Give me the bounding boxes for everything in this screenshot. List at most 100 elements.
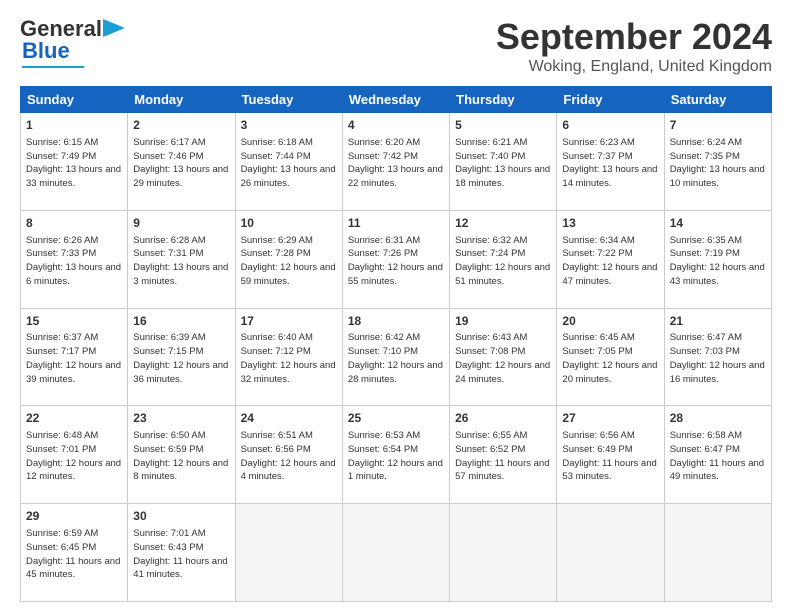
day-info: Sunrise: 6:58 AMSunset: 6:47 PMDaylight:… bbox=[670, 429, 766, 484]
day-number: 5 bbox=[455, 117, 551, 134]
day-info: Sunrise: 6:35 AMSunset: 7:19 PMDaylight:… bbox=[670, 234, 766, 289]
day-number: 23 bbox=[133, 410, 229, 427]
day-info: Sunrise: 6:53 AMSunset: 6:54 PMDaylight:… bbox=[348, 429, 444, 484]
logo-underline bbox=[22, 66, 84, 68]
calendar-cell: 24 Sunrise: 6:51 AMSunset: 6:56 PMDayligh… bbox=[235, 406, 342, 504]
calendar-cell: 22 Sunrise: 6:48 AMSunset: 7:01 PMDayligh… bbox=[21, 406, 128, 504]
col-header-wednesday: Wednesday bbox=[342, 87, 449, 113]
calendar-cell: 28 Sunrise: 6:58 AMSunset: 6:47 PMDayligh… bbox=[664, 406, 771, 504]
day-number: 15 bbox=[26, 313, 122, 330]
day-info: Sunrise: 6:48 AMSunset: 7:01 PMDaylight:… bbox=[26, 429, 122, 484]
calendar-cell bbox=[664, 504, 771, 602]
day-number: 30 bbox=[133, 508, 229, 525]
calendar-cell: 6 Sunrise: 6:23 AMSunset: 7:37 PMDaylight… bbox=[557, 113, 664, 211]
day-number: 24 bbox=[241, 410, 337, 427]
day-number: 1 bbox=[26, 117, 122, 134]
day-info: Sunrise: 6:59 AMSunset: 6:45 PMDaylight:… bbox=[26, 527, 122, 582]
logo-blue-text: Blue bbox=[22, 38, 70, 64]
day-number: 8 bbox=[26, 215, 122, 232]
calendar-cell: 19Sunrise: 6:43 AMSunset: 7:08 PMDayligh… bbox=[450, 308, 557, 406]
calendar-cell: 1 Sunrise: 6:15 AMSunset: 7:49 PMDaylight… bbox=[21, 113, 128, 211]
day-number: 3 bbox=[241, 117, 337, 134]
day-number: 4 bbox=[348, 117, 444, 134]
calendar-cell: 25 Sunrise: 6:53 AMSunset: 6:54 PMDayligh… bbox=[342, 406, 449, 504]
day-number: 12 bbox=[455, 215, 551, 232]
day-number: 25 bbox=[348, 410, 444, 427]
day-number: 26 bbox=[455, 410, 551, 427]
day-info: Sunrise: 6:15 AMSunset: 7:49 PMDaylight:… bbox=[26, 136, 122, 191]
day-number: 20 bbox=[562, 313, 658, 330]
calendar-cell: 30 Sunrise: 7:01 AMSunset: 6:43 PMDayligh… bbox=[128, 504, 235, 602]
calendar-cell: 9 Sunrise: 6:28 AMSunset: 7:31 PMDaylight… bbox=[128, 210, 235, 308]
calendar-cell: 2Sunrise: 6:17 AMSunset: 7:46 PMDaylight… bbox=[128, 113, 235, 211]
day-info: Sunrise: 6:45 AMSunset: 7:05 PMDaylight:… bbox=[562, 331, 658, 386]
calendar-cell: 21Sunrise: 6:47 AMSunset: 7:03 PMDayligh… bbox=[664, 308, 771, 406]
calendar-cell: 27 Sunrise: 6:56 AMSunset: 6:49 PMDayligh… bbox=[557, 406, 664, 504]
day-number: 22 bbox=[26, 410, 122, 427]
day-number: 7 bbox=[670, 117, 766, 134]
day-info: Sunrise: 6:47 AMSunset: 7:03 PMDaylight:… bbox=[670, 331, 766, 386]
day-info: Sunrise: 6:39 AMSunset: 7:15 PMDaylight:… bbox=[133, 331, 229, 386]
page-header: General Blue September 2024 Woking, Engl… bbox=[20, 16, 772, 76]
day-number: 2 bbox=[133, 117, 229, 134]
day-info: Sunrise: 6:37 AMSunset: 7:17 PMDaylight:… bbox=[26, 331, 122, 386]
day-info: Sunrise: 6:55 AMSunset: 6:52 PMDaylight:… bbox=[455, 429, 551, 484]
day-number: 29 bbox=[26, 508, 122, 525]
calendar-cell: 10 Sunrise: 6:29 AMSunset: 7:28 PMDayligh… bbox=[235, 210, 342, 308]
calendar-cell: 29 Sunrise: 6:59 AMSunset: 6:45 PMDayligh… bbox=[21, 504, 128, 602]
day-info: Sunrise: 6:20 AMSunset: 7:42 PMDaylight:… bbox=[348, 136, 444, 191]
calendar-cell bbox=[235, 504, 342, 602]
day-number: 18 bbox=[348, 313, 444, 330]
logo-arrow-icon bbox=[103, 19, 125, 37]
day-number: 6 bbox=[562, 117, 658, 134]
day-info: Sunrise: 7:01 AMSunset: 6:43 PMDaylight:… bbox=[133, 527, 229, 582]
calendar-cell bbox=[342, 504, 449, 602]
day-number: 19 bbox=[455, 313, 551, 330]
col-header-saturday: Saturday bbox=[664, 87, 771, 113]
day-number: 28 bbox=[670, 410, 766, 427]
calendar-cell bbox=[450, 504, 557, 602]
calendar-cell: 23 Sunrise: 6:50 AMSunset: 6:59 PMDayligh… bbox=[128, 406, 235, 504]
calendar-cell: 20Sunrise: 6:45 AMSunset: 7:05 PMDayligh… bbox=[557, 308, 664, 406]
day-info: Sunrise: 6:32 AMSunset: 7:24 PMDaylight:… bbox=[455, 234, 551, 289]
day-info: Sunrise: 6:50 AMSunset: 6:59 PMDaylight:… bbox=[133, 429, 229, 484]
day-info: Sunrise: 6:42 AMSunset: 7:10 PMDaylight:… bbox=[348, 331, 444, 386]
calendar-cell: 5Sunrise: 6:21 AMSunset: 7:40 PMDaylight… bbox=[450, 113, 557, 211]
day-info: Sunrise: 6:43 AMSunset: 7:08 PMDaylight:… bbox=[455, 331, 551, 386]
calendar-cell: 11 Sunrise: 6:31 AMSunset: 7:26 PMDayligh… bbox=[342, 210, 449, 308]
day-info: Sunrise: 6:31 AMSunset: 7:26 PMDaylight:… bbox=[348, 234, 444, 289]
day-info: Sunrise: 6:23 AMSunset: 7:37 PMDaylight:… bbox=[562, 136, 658, 191]
col-header-monday: Monday bbox=[128, 87, 235, 113]
day-number: 14 bbox=[670, 215, 766, 232]
day-info: Sunrise: 6:51 AMSunset: 6:56 PMDaylight:… bbox=[241, 429, 337, 484]
calendar-cell: 12 Sunrise: 6:32 AMSunset: 7:24 PMDayligh… bbox=[450, 210, 557, 308]
day-info: Sunrise: 6:56 AMSunset: 6:49 PMDaylight:… bbox=[562, 429, 658, 484]
calendar-cell: 15Sunrise: 6:37 AMSunset: 7:17 PMDayligh… bbox=[21, 308, 128, 406]
day-info: Sunrise: 6:34 AMSunset: 7:22 PMDaylight:… bbox=[562, 234, 658, 289]
day-number: 10 bbox=[241, 215, 337, 232]
location: Woking, England, United Kingdom bbox=[496, 58, 772, 76]
col-header-friday: Friday bbox=[557, 87, 664, 113]
title-block: September 2024 Woking, England, United K… bbox=[496, 16, 772, 76]
calendar-cell: 3Sunrise: 6:18 AMSunset: 7:44 PMDaylight… bbox=[235, 113, 342, 211]
calendar-cell: 17Sunrise: 6:40 AMSunset: 7:12 PMDayligh… bbox=[235, 308, 342, 406]
calendar-cell: 16Sunrise: 6:39 AMSunset: 7:15 PMDayligh… bbox=[128, 308, 235, 406]
day-number: 11 bbox=[348, 215, 444, 232]
calendar-cell: 13Sunrise: 6:34 AMSunset: 7:22 PMDayligh… bbox=[557, 210, 664, 308]
day-number: 9 bbox=[133, 215, 229, 232]
calendar-table: SundayMondayTuesdayWednesdayThursdayFrid… bbox=[20, 86, 772, 602]
day-number: 17 bbox=[241, 313, 337, 330]
calendar-cell: 26 Sunrise: 6:55 AMSunset: 6:52 PMDayligh… bbox=[450, 406, 557, 504]
day-info: Sunrise: 6:24 AMSunset: 7:35 PMDaylight:… bbox=[670, 136, 766, 191]
calendar-cell: 18Sunrise: 6:42 AMSunset: 7:10 PMDayligh… bbox=[342, 308, 449, 406]
calendar-cell: 7 Sunrise: 6:24 AMSunset: 7:35 PMDaylight… bbox=[664, 113, 771, 211]
calendar-cell: 14 Sunrise: 6:35 AMSunset: 7:19 PMDayligh… bbox=[664, 210, 771, 308]
calendar-cell: 8Sunrise: 6:26 AMSunset: 7:33 PMDaylight… bbox=[21, 210, 128, 308]
day-number: 16 bbox=[133, 313, 229, 330]
day-info: Sunrise: 6:28 AMSunset: 7:31 PMDaylight:… bbox=[133, 234, 229, 289]
calendar-cell bbox=[557, 504, 664, 602]
day-number: 27 bbox=[562, 410, 658, 427]
col-header-thursday: Thursday bbox=[450, 87, 557, 113]
day-number: 21 bbox=[670, 313, 766, 330]
day-info: Sunrise: 6:29 AMSunset: 7:28 PMDaylight:… bbox=[241, 234, 337, 289]
